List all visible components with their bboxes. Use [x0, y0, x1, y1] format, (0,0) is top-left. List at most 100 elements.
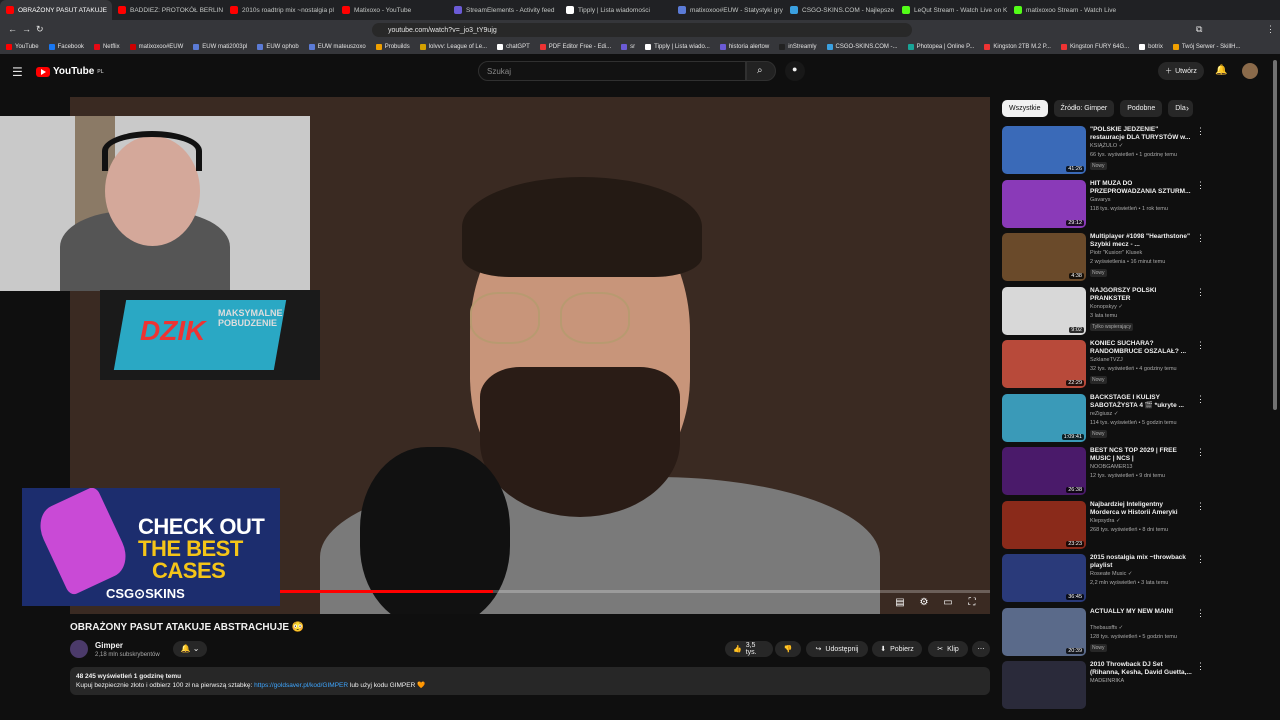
recommended-video-title[interactable]: Multiplayer #1098 "Hearthstone" Szybki m…	[1090, 233, 1194, 249]
video-thumbnail[interactable]: 36:45	[1002, 554, 1086, 602]
recommended-video[interactable]: 2010 Throwback DJ Set (Rihanna, Kesha, D…	[1002, 661, 1205, 711]
recommended-video[interactable]: 9:02 NAJGORSZY POLSKI PRANKSTER Konopskyy …	[1002, 286, 1205, 337]
video-thumbnail[interactable]: 26:38	[1002, 447, 1086, 495]
recommended-video[interactable]: 20:39 ACTUALLY MY NEW MAIN! Thebausffs ✓ 12…	[1002, 607, 1205, 658]
recommended-channel-name[interactable]: KSIĄŻULO ✓	[1090, 143, 1123, 149]
bookmark-item[interactable]: PDF Editor Free - Edi...	[539, 44, 611, 50]
more-options-icon[interactable]: ⋮	[1196, 340, 1205, 351]
clip-button[interactable]: ✂ Klip	[928, 641, 968, 657]
bookmark-item[interactable]: Tipply | Lista wiado...	[645, 44, 710, 50]
url-field[interactable]: youtube.com/watch?v=_jo3_tY9ujg	[372, 23, 912, 37]
video-thumbnail[interactable]: 4:38	[1002, 233, 1086, 281]
recommended-video[interactable]: 26:38 BEST NCS TOP 2029 | FREE MUSIC | NC…	[1002, 447, 1205, 497]
share-button[interactable]: ↪ Udostępnij	[806, 641, 868, 657]
recommended-channel-name[interactable]: Gavarys	[1090, 197, 1110, 203]
channel-avatar[interactable]	[70, 640, 88, 658]
more-options-icon[interactable]: ⋮	[1196, 287, 1205, 298]
more-options-icon[interactable]: ⋮	[1196, 554, 1205, 565]
search-button[interactable]: ⌕	[746, 61, 776, 81]
bookmark-item[interactable]: lolvvv: League of Le...	[419, 44, 487, 50]
recommended-video-title[interactable]: "POLSKIE JEDZENIE" restauracje DLA TURYS…	[1090, 126, 1194, 142]
filter-chip[interactable]: Źródło: Gimper	[1053, 100, 1115, 117]
more-actions-button[interactable]: ⋯	[972, 641, 990, 657]
theater-mode-icon[interactable]: ▭	[942, 597, 954, 609]
recommended-video[interactable]: 23:23 Najbardziej Inteligentny Morderca w…	[1002, 500, 1205, 551]
more-options-icon[interactable]: ⋮	[1196, 447, 1205, 458]
voice-search-button[interactable]: ●	[785, 61, 805, 81]
bookmark-item[interactable]: Twój Serwer - SkillH...	[1172, 44, 1241, 50]
more-options-icon[interactable]: ⋮	[1196, 501, 1205, 512]
channel-name[interactable]: Gimper	[95, 641, 123, 650]
recommended-video-title[interactable]: BACKSTAGE I KULISY SABOTAŻYSTA 4 🎬 *ukry…	[1090, 394, 1194, 410]
recommended-video[interactable]: 36:45 2015 nostalgia mix ~throwback playl…	[1002, 554, 1205, 604]
more-options-icon[interactable]: ⋮	[1196, 394, 1205, 405]
bookmark-item[interactable]: matixoxoo#EUW	[129, 44, 183, 50]
filter-chip[interactable]: Podobne	[1120, 100, 1163, 117]
bookmark-item[interactable]: historia alertow	[719, 44, 769, 50]
recommended-video[interactable]: 1:09:41 BACKSTAGE I KULISY SABOTAŻYSTA 4 …	[1002, 393, 1205, 444]
filter-chip[interactable]: Wszystkie	[1002, 100, 1048, 117]
back-icon[interactable]: ←	[8, 24, 17, 34]
subscription-bell-button[interactable]: 🔔 ⌄	[173, 641, 207, 657]
bookmark-item[interactable]: Facebook	[48, 44, 84, 50]
recommended-channel-name[interactable]: Konopskyy ✓	[1090, 304, 1123, 310]
bookmark-item[interactable]: EUW mati2003pl	[193, 44, 247, 50]
recommended-channel-name[interactable]: reZigiusz ✓	[1090, 411, 1118, 417]
bookmark-item[interactable]: Kingston FURY 64G...	[1060, 44, 1129, 50]
browser-tab[interactable]: matixoxoo Stream - Watch Live	[1008, 0, 1120, 20]
browser-tab[interactable]: OBRAŻONY PASUT ATAKUJE	[0, 0, 112, 20]
video-thumbnail[interactable]: 23:23	[1002, 500, 1086, 549]
bookmark-item[interactable]: sr	[621, 44, 635, 50]
recommended-video-title[interactable]: 2015 nostalgia mix ~throwback playlist	[1090, 554, 1194, 570]
description-link[interactable]: https://goldsaver.pl/kod/GIMPER	[254, 682, 348, 689]
bookmark-item[interactable]: Photopea | Online P...	[907, 44, 974, 50]
browser-tab[interactable]: matixoxoo#EUW - Statystyki gry	[672, 0, 784, 20]
menu-icon[interactable]: ⋮	[1266, 24, 1275, 35]
recommended-video-title[interactable]: NAJGORSZY POLSKI PRANKSTER	[1090, 287, 1194, 303]
video-thumbnail[interactable]	[1002, 661, 1086, 709]
user-avatar[interactable]	[1242, 63, 1258, 79]
video-thumbnail[interactable]: 20:39	[1002, 607, 1086, 656]
recommended-video-title[interactable]: Najbardziej Inteligentny Morderca w Hist…	[1090, 501, 1194, 517]
more-options-icon[interactable]: ⋮	[1196, 233, 1205, 244]
recommended-video-title[interactable]: ACTUALLY MY NEW MAIN!	[1090, 608, 1194, 616]
recommended-channel-name[interactable]: MADEINRIKA	[1090, 678, 1124, 684]
bookmark-item[interactable]: CSGO-SKINS.COM -...	[826, 44, 898, 50]
more-options-icon[interactable]: ⋮	[1196, 180, 1205, 191]
recommended-channel-name[interactable]: Roseate Music ✓	[1090, 571, 1133, 577]
chips-next-icon[interactable]: ›	[1186, 103, 1189, 113]
browser-tab[interactable]: StreamElements - Activity feed	[448, 0, 560, 20]
video-thumbnail[interactable]: 9:02	[1002, 286, 1086, 335]
extensions-icon[interactable]: ⧉	[1196, 24, 1202, 35]
recommended-video[interactable]: 22:29 KONIEC SUCHARA? RANDOMBRUCE OSZALAŁ…	[1002, 340, 1205, 390]
hamburger-menu-icon[interactable]: ☰	[12, 65, 23, 79]
recommended-channel-name[interactable]: NOOBGAMER13	[1090, 464, 1132, 470]
browser-tab[interactable]: LeQut Stream - Watch Live on K	[896, 0, 1008, 20]
recommended-video[interactable]: 41:26 "POLSKIE JEDZENIE" restauracje DLA …	[1002, 126, 1205, 176]
recommended-channel-name[interactable]: Klepsydra ✓	[1090, 518, 1121, 524]
bookmark-item[interactable]: inStreamly	[779, 44, 817, 50]
bookmark-item[interactable]: Probuilds	[375, 44, 410, 50]
video-description[interactable]: 48 245 wyświetleń 1 godzinę temu Kupuj b…	[70, 667, 990, 695]
browser-tab[interactable]: BADDIEZ: PROTOKÓŁ BERLIN - S	[112, 0, 224, 20]
notifications-bell-icon[interactable]: 🔔	[1215, 65, 1227, 76]
browser-tab[interactable]: CSGO-SKINS.COM - Najlepsze St	[784, 0, 896, 20]
like-button[interactable]: 👍 3,5 tys.	[725, 641, 773, 657]
recommended-channel-name[interactable]: Piotr "Kusiorr" Klusek	[1090, 250, 1142, 256]
recommended-channel-name[interactable]: Thebausffs ✓	[1090, 625, 1123, 631]
dislike-button[interactable]: 👎	[775, 641, 801, 657]
browser-tab[interactable]: Matixoxo - YouTube	[336, 0, 448, 20]
settings-gear-icon[interactable]: ⚙	[918, 597, 930, 609]
video-thumbnail[interactable]: 41:26	[1002, 126, 1086, 174]
fullscreen-icon[interactable]: ⛶	[966, 597, 978, 609]
more-options-icon[interactable]: ⋮	[1196, 126, 1205, 137]
recommended-video-title[interactable]: 2010 Throwback DJ Set (Rihanna, Kesha, D…	[1090, 661, 1194, 677]
recommended-video-title[interactable]: HIT MUZA DO PRZEPROWADZANIA SZTURM...	[1090, 180, 1194, 196]
bookmark-item[interactable]: EUW mateuszoxo	[308, 44, 366, 50]
recommended-video-title[interactable]: KONIEC SUCHARA? RANDOMBRUCE OSZALAŁ? ...	[1090, 340, 1194, 356]
video-thumbnail[interactable]: 22:29	[1002, 340, 1086, 388]
bookmark-item[interactable]: botrix	[1139, 44, 1163, 50]
create-button[interactable]: ＋ Utwórz	[1158, 62, 1204, 80]
video-thumbnail[interactable]: 29:12	[1002, 179, 1086, 228]
bookmark-item[interactable]: EUW ophob	[257, 44, 299, 50]
